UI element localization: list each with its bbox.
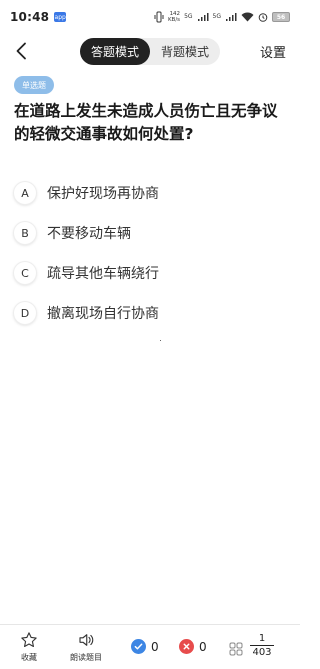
progress-divider: [250, 645, 274, 646]
options-list: A 保护好现场再协商 B 不要移动车辆 C 疏导其他车辆绕行 D 撤离现场自行协…: [14, 173, 290, 333]
speaker-icon: [79, 634, 94, 646]
option-letter: A: [14, 182, 36, 204]
option-d[interactable]: D 撤离现场自行协商: [14, 293, 290, 333]
app-notification-icon: app: [54, 12, 67, 22]
option-text: 撤离现场自行协商: [47, 306, 159, 322]
signal-icon-2: [225, 12, 237, 22]
back-button[interactable]: [8, 38, 34, 64]
network-type-label: 5G: [184, 13, 193, 20]
battery-indicator: 56: [272, 12, 290, 22]
total-questions: 403: [252, 647, 272, 658]
star-icon: [21, 632, 37, 648]
wifi-icon: [241, 12, 254, 22]
correct-count-value: 0: [151, 639, 159, 654]
wrong-count-value: 0: [199, 639, 207, 654]
network-type-label-2: 5G: [212, 13, 221, 20]
favorite-label: 收藏: [21, 653, 37, 662]
favorite-button[interactable]: 收藏: [20, 631, 38, 663]
question-text: 在道路上发生未造成人员伤亡且无争议的轻微交通事故如何处置?: [14, 102, 278, 143]
check-icon: [131, 639, 146, 654]
tab-memorize-mode[interactable]: 背题模式: [150, 38, 220, 65]
alarm-icon: [258, 12, 268, 22]
tab-answer-mode[interactable]: 答题模式: [80, 38, 150, 65]
option-text: 疏导其他车辆绕行: [47, 266, 159, 282]
question-progress[interactable]: 1 403: [250, 633, 274, 658]
question-type-badge: 单选题: [14, 76, 54, 94]
wrong-count: 0: [179, 639, 207, 654]
status-time: 10:48: [10, 10, 50, 24]
option-letter: C: [14, 262, 36, 284]
settings-button[interactable]: 设置: [260, 42, 286, 61]
status-bar: 10:48 app 142 KB/s 5G 5G 56: [0, 0, 300, 34]
option-a[interactable]: A 保护好现场再协商: [14, 173, 290, 213]
mode-switch: 答题模式 背题模式: [80, 38, 220, 65]
correct-count: 0: [131, 639, 159, 654]
read-aloud-button[interactable]: 朗读题目: [70, 631, 102, 663]
grid-icon[interactable]: [229, 641, 243, 660]
cross-icon: [179, 639, 194, 654]
header: 答题模式 背题模式 设置: [0, 34, 300, 68]
net-speed: 142 KB/s: [167, 11, 181, 23]
option-text: 保护好现场再协商: [47, 186, 159, 202]
option-letter: B: [14, 222, 36, 244]
read-aloud-label: 朗读题目: [70, 653, 102, 662]
option-text: 不要移动车辆: [47, 226, 131, 242]
option-c[interactable]: C 疏导其他车辆绕行: [14, 253, 290, 293]
option-b[interactable]: B 不要移动车辆: [14, 213, 290, 253]
signal-icon: [197, 12, 209, 22]
stray-dot: [160, 340, 161, 341]
current-question: 1: [258, 633, 266, 644]
vibrate-icon: [154, 11, 164, 23]
back-icon: [16, 42, 26, 60]
bottom-bar: 收藏 朗读题目 0 0 1 403: [0, 624, 300, 669]
option-letter: D: [14, 302, 36, 324]
